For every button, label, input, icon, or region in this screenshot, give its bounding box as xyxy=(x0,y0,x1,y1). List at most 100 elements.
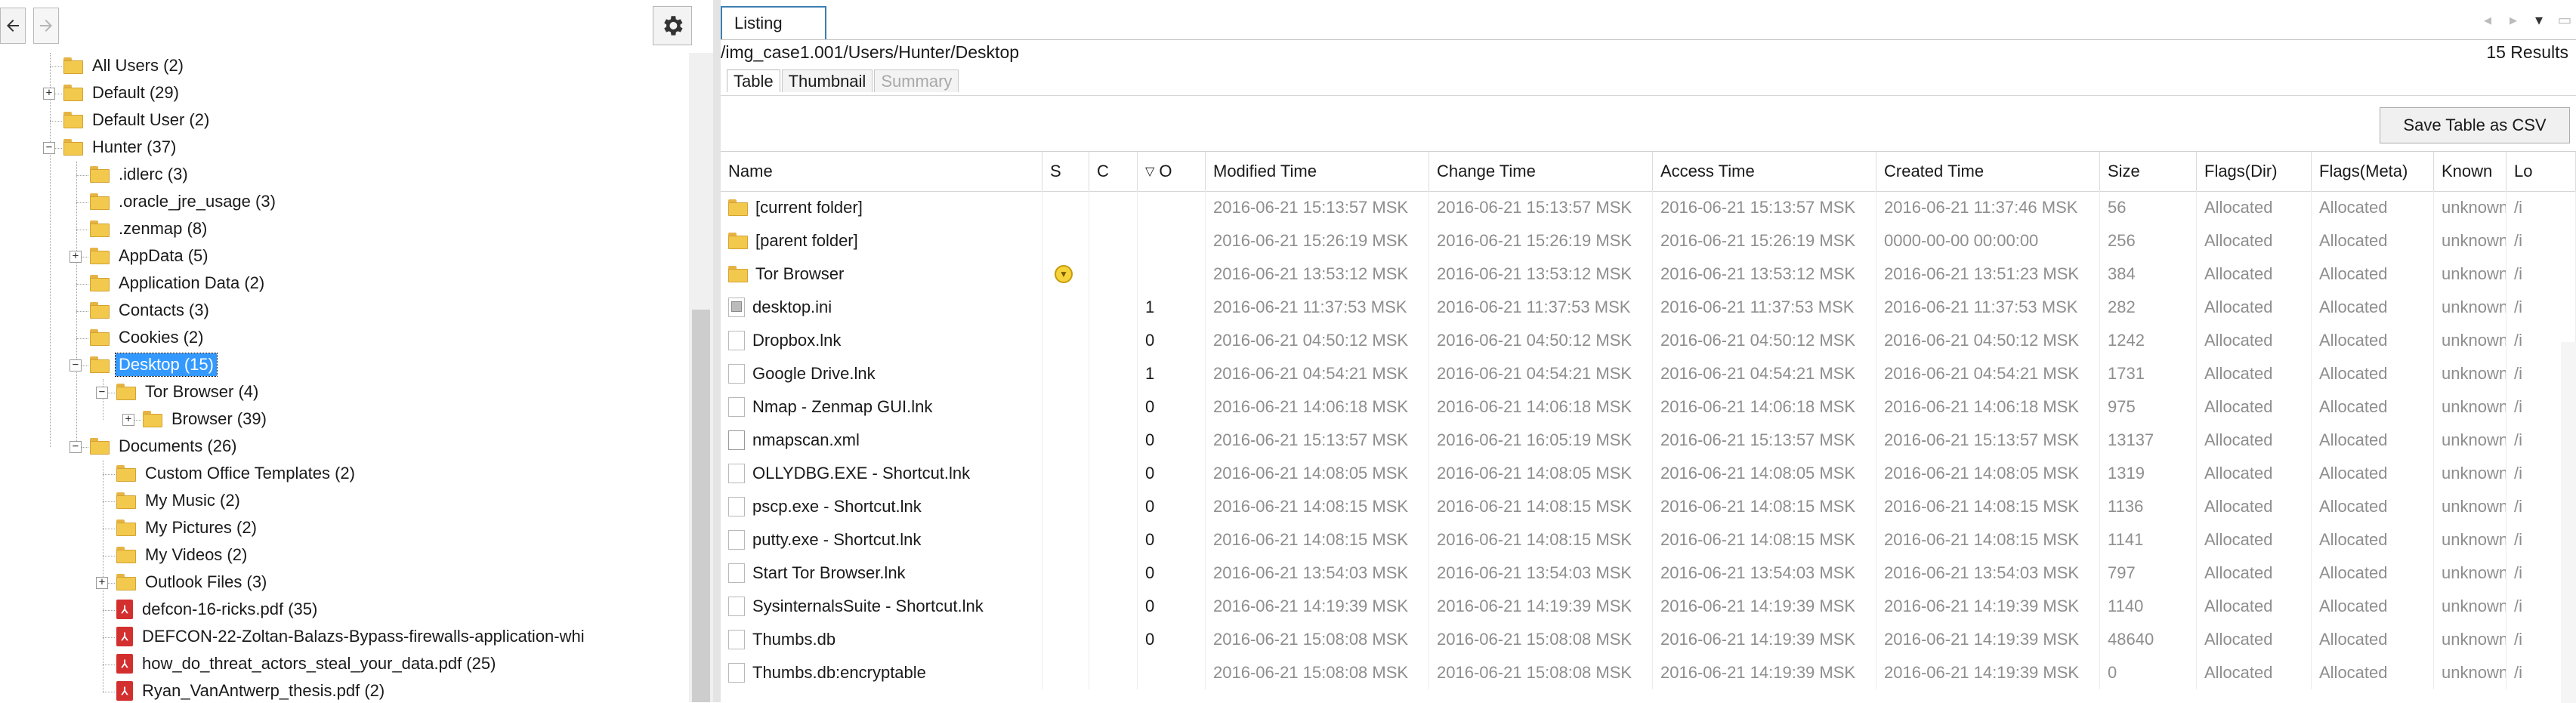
tree-node-label: Documents (26) xyxy=(119,436,237,455)
column-header[interactable]: Size xyxy=(2100,152,2197,191)
table-row[interactable]: Thumbs.db 0 2016-06-21 15:08:08 MSK 2016-06… xyxy=(721,623,2576,656)
table-row[interactable]: Tor Browser ▼ 2016-06-21 13:53:12 MSK 2016-… xyxy=(721,257,2576,291)
cell-value: 2016-06-21 04:50:12 MSK xyxy=(1660,331,1856,350)
table-cell-known: unknown xyxy=(2434,490,2507,523)
left-toolbar xyxy=(0,0,721,53)
tree-node[interactable]: All Users (2) xyxy=(63,53,187,79)
tree-connector xyxy=(103,556,115,557)
table-row[interactable]: Thumbs.db:encryptable 2016-06-21 15:08:08… xyxy=(721,656,2576,689)
cell-value: 0 xyxy=(1145,331,1155,350)
column-header[interactable]: Known xyxy=(2434,152,2507,191)
tree-node[interactable]: Default (29) xyxy=(63,80,182,106)
collapse-icon[interactable]: − xyxy=(69,359,82,372)
tree-node[interactable]: Desktop (15) xyxy=(90,352,218,378)
tree-node[interactable]: Default User (2) xyxy=(63,107,212,133)
column-header[interactable]: Name xyxy=(721,152,1042,191)
tree-node[interactable]: My Pictures (2) xyxy=(116,515,260,541)
column-header[interactable]: Lo xyxy=(2507,152,2576,191)
table-row[interactable]: putty.exe - Shortcut.lnk 0 2016-06-21 14:0… xyxy=(721,523,2576,557)
tree-node[interactable]: Documents (26) xyxy=(90,433,240,459)
column-header[interactable]: Access Time xyxy=(1653,152,1876,191)
table-row[interactable]: desktop.ini 1 2016-06-21 11:37:53 MSK 2016-… xyxy=(721,291,2576,324)
tree-node[interactable]: My Music (2) xyxy=(116,488,243,513)
tree-node[interactable]: Contacts (3) xyxy=(90,298,212,323)
tree-node[interactable]: .oracle_jre_usage (3) xyxy=(90,189,279,214)
expand-icon[interactable]: + xyxy=(69,251,82,263)
column-header[interactable]: Flags(Dir) xyxy=(2197,152,2312,191)
table-row[interactable]: OLLYDBG.EXE - Shortcut.lnk 0 2016-06-21 14… xyxy=(721,457,2576,490)
column-header[interactable]: Modified Time xyxy=(1206,152,1429,191)
table-row[interactable]: SysinternalsSuite - Shortcut.lnk 0 2016-06… xyxy=(721,590,2576,623)
tab-table[interactable]: Table xyxy=(727,69,780,92)
tree-node[interactable]: .idlerc (3) xyxy=(90,162,191,187)
table-row[interactable]: pscp.exe - Shortcut.lnk 0 2016-06-21 14:08… xyxy=(721,490,2576,523)
cell-value: unknown xyxy=(2442,231,2507,250)
cell-value: 2016-06-21 04:54:21 MSK xyxy=(1884,364,2080,383)
collapse-icon[interactable]: − xyxy=(43,142,55,154)
table-row[interactable]: Start Tor Browser.lnk 0 2016-06-21 13:54:0… xyxy=(721,557,2576,590)
cell-value: 2016-06-21 13:54:03 MSK xyxy=(1660,563,1856,582)
tab-summary: Summary xyxy=(874,69,959,92)
column-header[interactable]: Created Time xyxy=(1876,152,2100,191)
table-cell-crtime: 2016-06-21 14:06:18 MSK xyxy=(1876,390,2100,424)
expand-icon[interactable]: + xyxy=(96,577,108,589)
settings-button[interactable] xyxy=(653,6,692,45)
tree-node[interactable]: Hunter (37) xyxy=(63,134,179,160)
column-header[interactable]: Change Time xyxy=(1429,152,1653,191)
tree-node[interactable]: Custom Office Templates (2) xyxy=(116,461,358,486)
tree-node[interactable]: ⅄ Ryan_VanAntwerp_thesis.pdf (2) xyxy=(116,678,388,702)
tab-next-icon[interactable]: ▸ xyxy=(2505,11,2522,29)
table-row[interactable]: Nmap - Zenmap GUI.lnk 0 2016-06-21 14:06:1… xyxy=(721,390,2576,424)
tab-thumbnail[interactable]: Thumbnail xyxy=(781,69,873,92)
table-cell-flags-meta: Allocated xyxy=(2312,623,2434,656)
tree-node[interactable]: Tor Browser (4) xyxy=(116,379,261,405)
cell-value: Allocated xyxy=(2319,563,2388,582)
table-row[interactable]: Google Drive.lnk 1 2016-06-21 04:54:21 MSK… xyxy=(721,357,2576,390)
expand-icon[interactable]: + xyxy=(122,414,134,426)
collapse-icon[interactable]: − xyxy=(96,387,108,399)
cell-value: Allocated xyxy=(2204,331,2273,350)
column-header[interactable]: Flags(Meta) xyxy=(2312,152,2434,191)
tree-node[interactable]: Browser (39) xyxy=(143,406,270,432)
cell-value: unknown xyxy=(2442,298,2507,316)
table-cell-ctime: 2016-06-21 15:13:57 MSK xyxy=(1429,191,1653,224)
table-scrollbar[interactable] xyxy=(2561,342,2576,703)
tab-menu-icon[interactable]: ▾ xyxy=(2531,11,2547,29)
table-cell-flags-dir: Allocated xyxy=(2197,390,2312,424)
table-row[interactable]: [parent folder] 2016-06-21 15:26:19 MSK 20… xyxy=(721,224,2576,257)
panel-splitter[interactable] xyxy=(713,0,721,702)
cell-value: 2016-06-21 11:37:53 MSK xyxy=(1213,298,1407,316)
column-header[interactable]: ▽ O xyxy=(1138,152,1206,191)
tree-node[interactable]: Application Data (2) xyxy=(90,270,267,296)
expand-icon[interactable]: + xyxy=(43,88,55,100)
back-button[interactable] xyxy=(0,8,26,44)
tab-maximize-icon[interactable]: ▭ xyxy=(2556,11,2573,29)
folder-icon xyxy=(90,220,110,237)
tree-node[interactable]: ⅄ defcon-16-ricks.pdf (35) xyxy=(116,597,320,622)
save-table-csv-button[interactable]: Save Table as CSV xyxy=(2380,107,2570,143)
column-header[interactable]: S xyxy=(1042,152,1089,191)
table-row[interactable]: nmapscan.xml 0 2016-06-21 15:13:57 MSK 2016… xyxy=(721,424,2576,457)
tree-node[interactable]: .zenmap (8) xyxy=(90,216,210,242)
table-row[interactable]: [current folder] 2016-06-21 15:13:57 MSK 2… xyxy=(721,191,2576,224)
tree-node[interactable]: ⅄ how_do_threat_actors_steal_your_data.pd… xyxy=(116,651,499,677)
table-row[interactable]: Dropbox.lnk 0 2016-06-21 04:50:12 MSK 2016-… xyxy=(721,324,2576,357)
tree-scrollbar[interactable] xyxy=(689,53,713,702)
tree-node[interactable]: My Videos (2) xyxy=(116,542,250,568)
table-cell-known: unknown xyxy=(2434,390,2507,424)
tree-node[interactable]: Cookies (2) xyxy=(90,325,206,350)
tree-node[interactable]: ⅄ DEFCON-22-Zoltan-Balazs-Bypass-firewall… xyxy=(116,624,588,649)
tab-prev-icon[interactable]: ◂ xyxy=(2479,11,2496,29)
directory-tree[interactable]: All Users (2) + Default (29) Default User (… xyxy=(0,53,689,702)
column-header[interactable]: C xyxy=(1089,152,1138,191)
tab-listing[interactable]: Listing xyxy=(721,6,826,39)
table-cell-o: 1 xyxy=(1138,357,1206,390)
tree-node[interactable]: AppData (5) xyxy=(90,243,212,269)
file-icon xyxy=(728,497,745,516)
tree-scrollbar-thumb[interactable] xyxy=(692,310,710,702)
tree-node[interactable]: Outlook Files (3) xyxy=(116,569,270,595)
collapse-icon[interactable]: − xyxy=(69,441,82,453)
forward-button[interactable] xyxy=(33,8,59,44)
cell-value: /i xyxy=(2514,231,2522,250)
cell-value: 2016-06-21 16:05:19 MSK xyxy=(1437,430,1632,449)
